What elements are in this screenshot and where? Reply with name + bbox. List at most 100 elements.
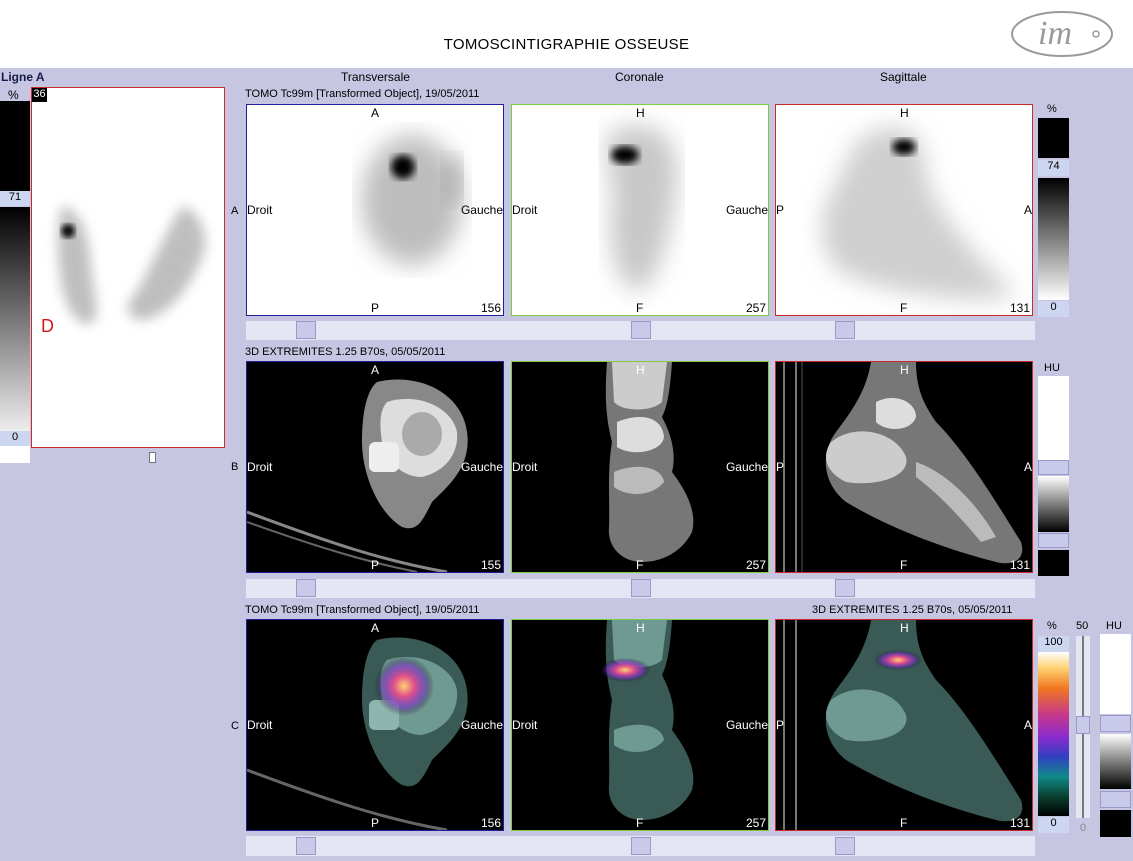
orient-left: P — [776, 718, 785, 732]
orient-left: Droit — [512, 718, 538, 732]
coronal-scroll-thumb[interactable] — [631, 321, 651, 339]
orient-right: Gauche — [725, 203, 768, 217]
left-scale-handle[interactable] — [0, 447, 30, 463]
row-a-color-scale — [1038, 178, 1069, 300]
row-c-series-left-label: TOMO Tc99m [Transformed Object], 19/05/2… — [245, 604, 480, 616]
row-a-scale-top — [1038, 118, 1069, 158]
row-b-window-top-handle[interactable] — [1038, 460, 1069, 475]
slice-badge: 36 — [32, 88, 47, 102]
column-header-sagittale: Sagittale — [880, 70, 927, 84]
orient-top: A — [371, 106, 380, 120]
spect-sagittal-image — [822, 127, 1016, 299]
slice-number: 156 — [480, 816, 501, 830]
ct-transversal-viewer[interactable]: A Droit Gauche P 155 — [246, 361, 504, 573]
row-b-scale-bottom — [1038, 550, 1069, 576]
sagittal-scroll-thumb[interactable] — [835, 321, 855, 339]
slice-number: 156 — [480, 301, 501, 315]
mip-slider-handle[interactable] — [149, 452, 156, 463]
orient-right: Gauche — [725, 718, 768, 732]
row-c-hu-top-handle[interactable] — [1100, 715, 1131, 732]
row-label-c: C — [231, 720, 239, 732]
slice-number: 257 — [745, 816, 766, 830]
slice-number: 131 — [1009, 558, 1030, 572]
fusion-transversal-viewer[interactable]: A Droit Gauche P 156 — [246, 619, 504, 831]
mip-viewer[interactable]: 36 D — [31, 87, 225, 448]
orient-top: H — [636, 363, 645, 377]
orient-bottom: F — [636, 558, 644, 572]
orient-bottom: P — [371, 558, 380, 572]
orient-left: P — [776, 203, 785, 217]
orient-left: Droit — [512, 460, 538, 474]
row-c-scrollbar[interactable] — [246, 836, 1035, 856]
blend-slider-thumb[interactable] — [1076, 716, 1090, 734]
left-scale-min: 0 — [0, 431, 30, 446]
orient-top: H — [900, 621, 909, 635]
row-c-hu-bottom-handle[interactable] — [1100, 791, 1131, 808]
blend-min-label: 0 — [1080, 822, 1087, 834]
orient-bottom: P — [371, 816, 380, 830]
orient-left: Droit — [247, 460, 273, 474]
orient-left: Droit — [247, 203, 273, 217]
row-b-window-bottom-handle[interactable] — [1038, 533, 1069, 548]
report-header — [0, 0, 1133, 68]
orient-top: H — [900, 106, 909, 120]
row-a-scrollbar[interactable] — [246, 321, 1035, 340]
sagittal-scroll-thumb[interactable] — [835, 837, 855, 855]
left-percent-label: % — [8, 88, 19, 102]
fusion-coronal-viewer[interactable]: H Droit Gauche F 257 — [511, 619, 769, 831]
row-c-hu-scale — [1100, 734, 1131, 789]
row-c-series-right-label: 3D EXTREMITES 1.25 B70s, 05/05/2011 — [812, 604, 1013, 616]
row-c-hu-bottom — [1100, 810, 1131, 837]
orient-left: Droit — [512, 203, 538, 217]
row-b-series-label: 3D EXTREMITES 1.25 B70s, 05/05/2011 — [245, 346, 446, 358]
row-c-hu-top — [1100, 634, 1131, 714]
row-label-a: A — [231, 205, 239, 217]
sagittal-scroll-thumb[interactable] — [835, 579, 855, 597]
fusion-sagittal-image — [783, 620, 1023, 830]
coronal-scroll-thumb[interactable] — [631, 837, 651, 855]
column-header-coronale: Coronale — [615, 70, 664, 84]
left-color-scale — [0, 101, 30, 464]
coronal-scroll-thumb[interactable] — [631, 579, 651, 597]
line-label: Ligne A — [1, 70, 45, 84]
slice-number: 131 — [1009, 301, 1030, 315]
transversal-scroll-thumb[interactable] — [296, 579, 316, 597]
orient-top: A — [371, 363, 380, 377]
spect-sagittal-viewer[interactable]: H P A F 131 — [775, 104, 1033, 316]
orient-right: A — [1023, 460, 1032, 474]
spect-transversal-viewer[interactable]: A Droit Gauche P 156 — [246, 104, 504, 316]
orient-left: Droit — [247, 718, 273, 732]
row-label-b: B — [231, 461, 239, 473]
fusion-sagittal-viewer[interactable]: H P A F 131 — [775, 619, 1033, 831]
slice-number: 257 — [745, 558, 766, 572]
ct-sagittal-viewer[interactable]: H P A F 131 — [775, 361, 1033, 573]
column-header-transversale: Transversale — [341, 70, 410, 84]
row-b-scrollbar[interactable] — [246, 579, 1035, 598]
row-c-scale-unit: % — [1047, 620, 1057, 632]
ct-coronal-viewer[interactable]: H Droit Gauche F 257 — [511, 361, 769, 573]
orient-bottom: F — [900, 558, 908, 572]
row-b-scale-top — [1038, 376, 1069, 460]
transversal-scroll-thumb[interactable] — [296, 321, 316, 339]
svg-text:im: im — [1038, 15, 1072, 52]
row-a-series-label: TOMO Tc99m [Transformed Object], 19/05/2… — [245, 88, 480, 100]
orient-right: Gauche — [460, 460, 503, 474]
orient-right: Gauche — [460, 718, 503, 732]
page-title: TOMOSCINTIGRAPHIE OSSEUSE — [443, 36, 690, 53]
orient-right: Gauche — [725, 460, 768, 474]
row-b-color-scale — [1038, 476, 1069, 532]
row-a-scale-min: 0 — [1038, 301, 1069, 317]
orient-right: Gauche — [460, 203, 503, 217]
orient-right: A — [1023, 718, 1032, 732]
slice-number: 257 — [745, 301, 766, 315]
logo: im — [1008, 8, 1116, 60]
blend-label: 50 — [1076, 620, 1089, 632]
orient-bottom: F — [900, 301, 908, 315]
blend-slider-track[interactable] — [1076, 636, 1090, 818]
mip-image — [57, 206, 206, 324]
orient-bottom: F — [636, 816, 644, 830]
spect-coronal-viewer[interactable]: H Droit Gauche F 257 — [511, 104, 769, 316]
transversal-scroll-thumb[interactable] — [296, 837, 316, 855]
ct-sagittal-image — [783, 362, 1023, 572]
row-c-color-scale — [1038, 652, 1069, 816]
